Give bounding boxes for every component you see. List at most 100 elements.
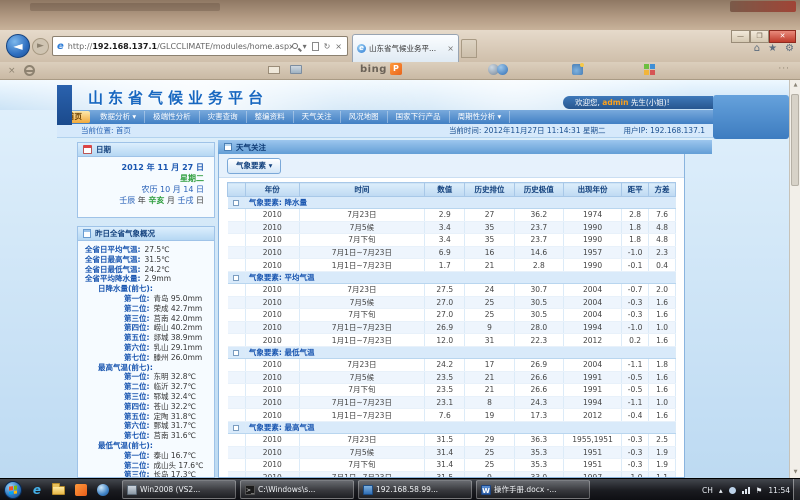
tab-close-icon[interactable]: × [447,44,454,53]
table-cell: -0.7 [622,283,649,296]
scrollbar-thumb[interactable] [791,94,799,186]
table-row[interactable]: 20101月1日~7月23日7.61917.32012-0.41.6 [228,409,676,422]
search-dropdown-icon[interactable]: ▾ [303,42,307,51]
toolbar-menu-dots[interactable]: ··· [778,64,790,74]
explorer-taskbar-icon[interactable] [52,483,66,497]
rank-line: 第三位:长岛 17.3℃ [78,470,214,478]
group-header-row[interactable]: 气象要素: 降水量 [228,197,676,209]
group-checkbox[interactable] [233,200,239,206]
toolbar-discs-icon[interactable] [488,64,508,75]
taskbar-button-word[interactable]: W操作手册.docx -... [476,480,590,499]
language-indicator[interactable]: CH [702,486,713,495]
table-row[interactable]: 20107月23日27.52430.72004-0.72.0 [228,283,676,296]
group-checkbox[interactable] [233,275,239,281]
back-button[interactable]: ◄ [6,34,30,58]
tray-status-icon[interactable] [729,487,736,494]
scroll-up-icon[interactable]: ▲ [790,80,800,91]
table-row[interactable]: 20107月5候27.02530.52004-0.31.6 [228,296,676,309]
tools-gear-icon[interactable]: ⚙ [785,44,794,54]
new-tab-button[interactable] [461,39,477,58]
table-cell: 23.7 [514,221,563,234]
group-header-row[interactable]: 气象要素: 最低气温 [228,346,676,358]
taskbar-button-remote[interactable]: 192.168.58.99... [358,480,472,499]
stop-icon[interactable]: × [335,42,342,51]
toolbar-weather-icon[interactable] [572,64,583,75]
table-row[interactable]: 20107月23日24.21726.92004-1.11.8 [228,358,676,371]
tray-expand-icon[interactable]: ▴ [719,486,723,495]
nav-item-8[interactable]: 周期性分析 ▾ [450,111,511,123]
table-cell: 31.5 [425,471,465,478]
compatibility-view-icon[interactable] [312,42,319,51]
group-header-row[interactable]: 气象要素: 平均气温 [228,271,676,283]
mail-icon[interactable] [268,66,280,74]
forward-button[interactable]: ► [32,38,49,55]
table-row[interactable]: 20107月23日2.92736.219742.87.6 [228,209,676,222]
taskbar-button-win2008[interactable]: Win2008 (VS2... [122,480,236,499]
url-text[interactable]: http://192.168.137.1/GLCCLIMATE/modules/… [68,42,292,51]
table-row[interactable]: 20107月1日~7月23日6.91614.61957-1.02.3 [228,246,676,259]
toolbar-close-icon[interactable]: × [8,66,16,76]
group-checkbox[interactable] [233,425,239,431]
show-desktop-button[interactable] [793,479,800,500]
table-cell: 31.4 [425,446,465,459]
table-cell: 7月下旬 [299,309,424,322]
nav-item-2[interactable]: 极端性分析 [145,111,200,123]
table-cell: 21 [465,371,514,384]
nav-item-4[interactable]: 整编资料 [247,111,294,123]
table-row[interactable]: 20107月下旬23.52126.61991-0.51.6 [228,384,676,397]
table-cell: 1955,1951 [563,433,621,446]
action-center-flag-icon[interactable]: ⚑ [756,486,763,495]
nav-item-3[interactable]: 灾害查询 [200,111,247,123]
table-row[interactable]: 20101月1日~7月23日1.7212.81990-0.10.4 [228,259,676,272]
block-icon[interactable] [24,65,35,76]
table-row[interactable]: 20107月5候23.52126.61991-0.51.6 [228,371,676,384]
table-row[interactable]: 20107月下旬3.43523.719901.84.8 [228,234,676,247]
nav-item-6[interactable]: 风况地图 [341,111,388,123]
address-bar[interactable]: e http://192.168.137.1/GLCCLIMATE/module… [52,36,348,56]
table-cell: 7月下旬 [299,459,424,472]
rank-line: 第七位:滕州 26.0mm [78,353,214,363]
maximize-button[interactable]: ❐ [750,30,769,43]
favorites-star-icon[interactable]: ★ [768,44,777,54]
nav-item-1[interactable]: 数据分析 ▾ [92,111,145,123]
rank-line: 第二位:成山头 17.6℃ [78,461,214,471]
refresh-icon[interactable]: ↻ [324,42,331,51]
table-row[interactable]: 20107月5候3.43523.719901.84.8 [228,221,676,234]
clock[interactable]: 11:54 [768,486,790,495]
table-row[interactable]: 20107月1日~7月23日31.5933.01997-1.01.1 [228,471,676,478]
start-button[interactable] [4,481,22,499]
media-player-taskbar-icon[interactable] [96,483,110,497]
ie-taskbar-icon[interactable]: e [30,483,44,497]
group-checkbox[interactable] [233,350,239,356]
app-taskbar-icon[interactable] [74,483,88,497]
vertical-scrollbar[interactable]: ▲ ▼ [789,80,800,478]
header-corner-block [713,95,789,139]
network-icon[interactable] [742,487,750,494]
close-button[interactable]: ✕ [769,30,796,43]
home-icon[interactable]: ⌂ [754,44,760,54]
bing-logo[interactable]: bing P [360,63,402,75]
minimize-button[interactable]: — [731,30,750,43]
element-filter-button[interactable]: 气象要素 ▾ [227,158,281,174]
toolbar-apps-icon[interactable] [644,64,655,75]
table-row[interactable]: 20107月23日31.52936.31955,1951-0.32.5 [228,433,676,446]
card-icon[interactable] [290,65,302,74]
search-icon[interactable] [292,43,298,49]
current-time: 当前时间: 2012年11月27日 11:14:31 星期二 [449,125,606,136]
scroll-down-icon[interactable]: ▼ [790,467,800,478]
group-header-row[interactable]: 气象要素: 最高气温 [228,421,676,433]
browser-tab[interactable]: e 山东省气候业务平... × [352,34,459,62]
nav-item-7[interactable]: 国家下行产品 [388,111,450,123]
table-row[interactable]: 20107月1日~7月23日23.1824.31994-1.11.0 [228,396,676,409]
table-row[interactable]: 20107月下旬27.02530.52004-0.31.6 [228,309,676,322]
table-cell: 25 [465,446,514,459]
table-row[interactable]: 20107月1日~7月23日26.9928.01994-1.01.0 [228,321,676,334]
table-row[interactable]: 20107月5候31.42535.31951-0.31.9 [228,446,676,459]
table-row[interactable]: 20101月1日~7月23日12.03122.320120.21.6 [228,334,676,347]
tab-title[interactable]: 山东省气候业务平... [369,43,436,54]
taskbar-button-cmd[interactable]: >_C:\Windows\s... [240,480,354,499]
nav-item-5[interactable]: 天气关注 [294,111,341,123]
table-row[interactable]: 20107月下旬31.42535.31951-0.31.9 [228,459,676,472]
rank-line: 第五位:郯城 38.9mm [78,333,214,343]
table-cell: 2.8 [622,209,649,222]
